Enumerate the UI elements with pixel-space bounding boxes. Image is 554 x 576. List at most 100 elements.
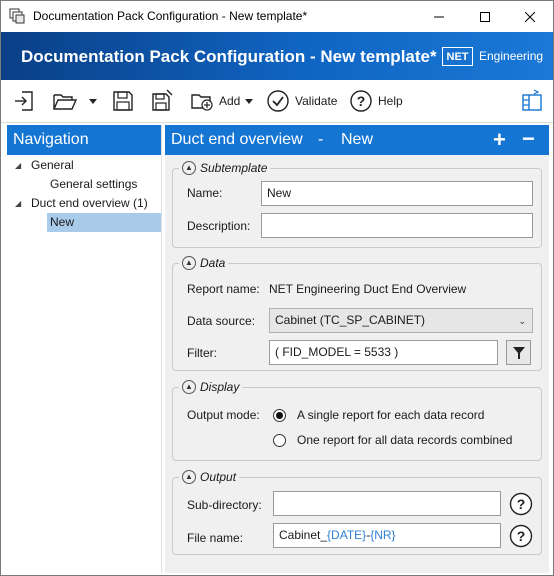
open-dropdown-button[interactable] bbox=[89, 88, 97, 114]
description-field[interactable] bbox=[261, 213, 533, 238]
group-title: Subtemplate bbox=[200, 161, 268, 175]
company-logo: NET bbox=[442, 47, 473, 66]
help-label: Help bbox=[378, 94, 403, 108]
filename-help-button[interactable]: ? bbox=[508, 523, 533, 548]
add-label: Add bbox=[219, 94, 241, 108]
minimize-button[interactable] bbox=[416, 1, 462, 32]
tree-item-general-settings[interactable]: General settings bbox=[7, 175, 161, 194]
radio-single-report[interactable] bbox=[273, 409, 286, 422]
svg-text:?: ? bbox=[516, 528, 525, 544]
toolbar: Add Validate ? Help bbox=[1, 80, 553, 123]
tree-item-duct-end-overview[interactable]: ◢ Duct end overview (1) bbox=[7, 194, 161, 213]
tree-item-label: New bbox=[50, 215, 75, 229]
subtemplate-group-header[interactable]: ▲ Subtemplate bbox=[179, 160, 271, 176]
report-name-value: NET Engineering Duct End Overview bbox=[269, 282, 467, 296]
subdirectory-label: Sub-directory: bbox=[187, 498, 262, 512]
help-icon: ? bbox=[509, 524, 532, 547]
collapse-arrow-icon: ▲ bbox=[182, 256, 196, 270]
save-as-button[interactable] bbox=[150, 88, 174, 114]
funnel-icon bbox=[512, 346, 525, 359]
folder-open-icon bbox=[53, 94, 78, 110]
filename-label: File name: bbox=[187, 531, 244, 545]
tree-item-label: General settings bbox=[50, 177, 138, 191]
app-window: Documentation Pack Configuration - New t… bbox=[0, 0, 554, 576]
chevron-down-icon: ⌄ bbox=[518, 316, 526, 326]
company-logo-text: Engineering bbox=[479, 49, 544, 63]
expand-arrow-icon: ◢ bbox=[15, 161, 22, 170]
add-subtemplate-button[interactable]: + bbox=[493, 127, 506, 153]
data-source-value: Cabinet (TC_SP_CABINET) bbox=[275, 313, 426, 327]
layout-toggle-button[interactable] bbox=[520, 88, 544, 114]
detail-subtitle: New bbox=[341, 131, 374, 148]
svg-text:?: ? bbox=[357, 93, 366, 109]
chevron-down-icon bbox=[89, 99, 97, 104]
output-group: ▲ Output Sub-directory: ? File name: Cab… bbox=[172, 469, 542, 555]
detail-header: Duct end overview - New + − bbox=[165, 125, 549, 155]
report-name-label: Report name: bbox=[187, 282, 260, 296]
minimize-icon bbox=[434, 16, 444, 17]
import-button[interactable] bbox=[13, 88, 37, 114]
output-group-header[interactable]: ▲ Output bbox=[179, 469, 240, 485]
add-folder-icon bbox=[191, 94, 213, 111]
save-icon bbox=[113, 91, 133, 111]
collapse-arrow-icon: ▲ bbox=[182, 470, 196, 484]
subdirectory-help-button[interactable]: ? bbox=[508, 491, 533, 516]
detail-title: Duct end overview bbox=[171, 131, 303, 148]
navigation-header: Navigation bbox=[7, 125, 161, 155]
help-button[interactable]: ? Help bbox=[349, 88, 403, 114]
filename-field[interactable]: Cabinet_{DATE}-{NR} bbox=[273, 523, 501, 548]
save-as-icon bbox=[152, 89, 173, 111]
description-label: Description: bbox=[187, 219, 251, 233]
banner-title: Documentation Pack Configuration - New t… bbox=[21, 47, 437, 66]
chevron-down-icon bbox=[245, 99, 254, 104]
data-group-header[interactable]: ▲ Data bbox=[179, 255, 229, 271]
add-button[interactable]: Add bbox=[190, 88, 254, 114]
maximize-icon bbox=[480, 11, 490, 22]
collapse-arrow-icon: ▲ bbox=[182, 380, 196, 394]
detail-title-separator: - bbox=[318, 131, 324, 148]
collapse-arrow-icon: ▲ bbox=[182, 161, 196, 175]
filename-date-token: {DATE} bbox=[327, 528, 367, 542]
tree-item-general[interactable]: ◢ General bbox=[7, 156, 161, 175]
window-title: Documentation Pack Configuration - New t… bbox=[33, 9, 308, 23]
detail-pane: Duct end overview - New + − ▲ Subtemplat… bbox=[165, 125, 549, 573]
group-title: Output bbox=[200, 470, 237, 484]
group-title: Display bbox=[200, 380, 240, 394]
name-field[interactable]: New bbox=[261, 181, 533, 206]
display-group-header[interactable]: ▲ Display bbox=[179, 379, 243, 395]
app-icon bbox=[9, 8, 25, 24]
close-button[interactable] bbox=[507, 1, 553, 32]
save-button[interactable] bbox=[111, 88, 135, 114]
layout-swap-icon bbox=[522, 89, 542, 111]
data-source-select[interactable]: Cabinet (TC_SP_CABINET) ⌄ bbox=[269, 308, 533, 333]
close-icon bbox=[525, 11, 535, 22]
title-bar: Documentation Pack Configuration - New t… bbox=[1, 1, 553, 32]
open-button[interactable] bbox=[52, 88, 78, 114]
filename-prefix: Cabinet_ bbox=[279, 528, 328, 542]
remove-subtemplate-button[interactable]: − bbox=[522, 126, 535, 152]
validate-check-icon bbox=[267, 90, 289, 112]
filter-label: Filter: bbox=[187, 346, 217, 360]
filter-button[interactable] bbox=[506, 340, 531, 365]
subdirectory-field[interactable] bbox=[273, 491, 501, 516]
subtemplate-group: ▲ Subtemplate Name: New Description: bbox=[172, 160, 542, 248]
tree-item-label: Duct end overview (1) bbox=[31, 196, 148, 210]
maximize-button[interactable] bbox=[462, 1, 508, 32]
radio-combined-report[interactable] bbox=[273, 434, 286, 447]
data-group: ▲ Data Report name: NET Engineering Duct… bbox=[172, 255, 542, 371]
filter-field[interactable]: ( FID_MODEL = 5533 ) bbox=[269, 340, 498, 365]
filename-nr-token: {NR} bbox=[370, 528, 396, 542]
expand-arrow-icon: ◢ bbox=[15, 199, 22, 208]
group-title: Data bbox=[200, 256, 226, 270]
output-mode-label: Output mode: bbox=[187, 408, 260, 422]
name-label: Name: bbox=[187, 186, 223, 200]
validate-button[interactable]: Validate bbox=[266, 88, 337, 114]
tree-item-label: General bbox=[31, 158, 74, 172]
help-icon: ? bbox=[509, 492, 532, 515]
radio-combined-report-label[interactable]: One report for all data records combined bbox=[297, 433, 512, 447]
import-icon bbox=[15, 91, 33, 111]
tree-item-new[interactable]: New bbox=[47, 213, 161, 232]
radio-single-report-label[interactable]: A single report for each data record bbox=[297, 408, 484, 422]
header-banner: Documentation Pack Configuration - New t… bbox=[1, 32, 553, 80]
navigation-pane: Navigation ◢ General General settings ◢ … bbox=[7, 125, 162, 573]
